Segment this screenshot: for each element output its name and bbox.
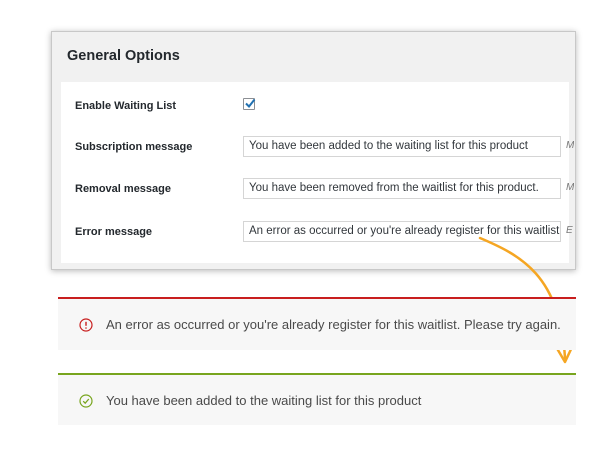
success-notice-text: You have been added to the waiting list … xyxy=(106,393,422,408)
exclamation-circle-icon xyxy=(79,318,93,332)
error-notice-text: An error as occurred or you're already r… xyxy=(106,317,561,332)
success-notice: You have been added to the waiting list … xyxy=(58,373,576,425)
check-circle-icon xyxy=(79,394,93,408)
error-notice: An error as occurred or you're already r… xyxy=(58,297,576,350)
